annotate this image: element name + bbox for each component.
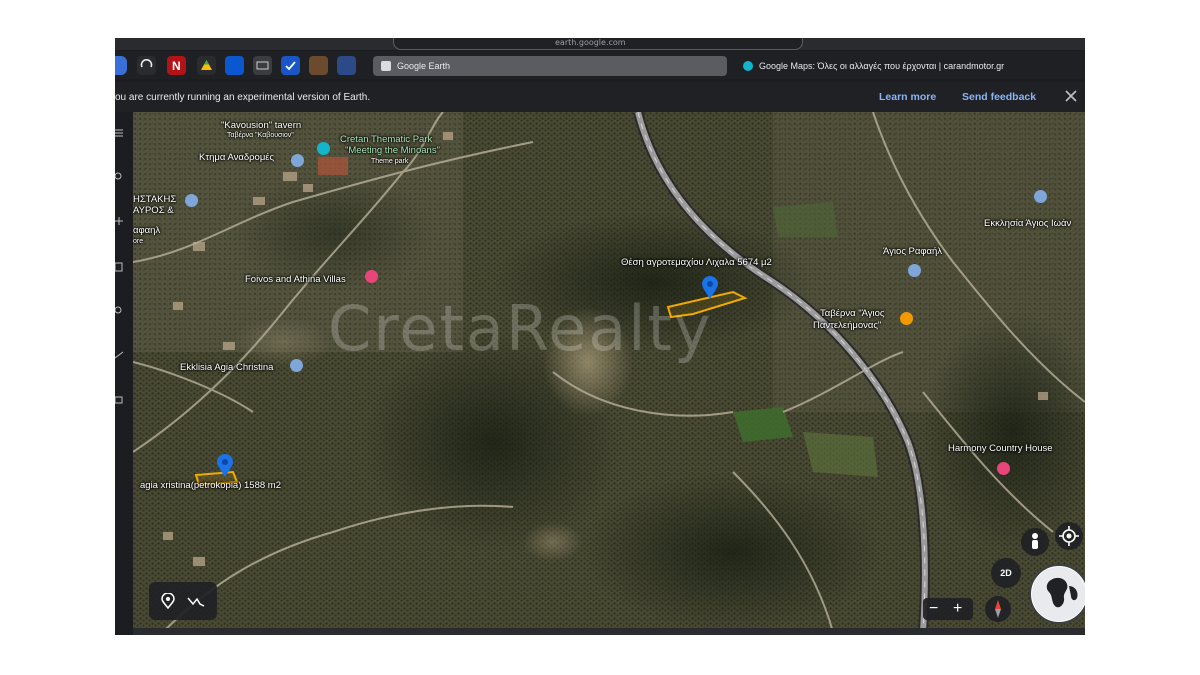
- pegman-button[interactable]: [1021, 528, 1049, 556]
- compass-button[interactable]: [985, 596, 1011, 622]
- banner-message: ou are currently running an experimental…: [115, 92, 371, 103]
- label-foivos-athina-villas[interactable]: Foivos and Athina Villas: [245, 274, 346, 285]
- left-rail: [115, 112, 133, 635]
- zoom-in-button[interactable]: +: [953, 598, 962, 620]
- tab-google-earth-label: Google Earth: [397, 61, 451, 71]
- zoom-out-button[interactable]: −: [929, 598, 938, 620]
- bookmark-check-icon[interactable]: [281, 56, 300, 75]
- projects-icon[interactable]: [115, 262, 125, 272]
- view-2d-button[interactable]: 2D: [991, 558, 1021, 588]
- my-location-button[interactable]: [1055, 522, 1083, 550]
- search-icon[interactable]: [115, 172, 125, 182]
- learn-more-link[interactable]: Learn more: [879, 91, 936, 103]
- close-icon[interactable]: [1063, 88, 1079, 104]
- label-ekklisia-agios-ioann[interactable]: Εκκλησία Άγιος Ιωάν: [984, 218, 1071, 229]
- svg-text:N: N: [172, 59, 181, 73]
- zoom-control: − +: [923, 598, 973, 620]
- share-icon[interactable]: [115, 394, 125, 404]
- path-measure-icon[interactable]: [187, 594, 205, 608]
- map-status-strip: [133, 628, 1085, 635]
- restaurant-icon[interactable]: [900, 312, 913, 325]
- bookmark-drive-icon[interactable]: [197, 56, 216, 75]
- label-kavousion-sub: Ταβέρνα "Καβουσιον": [227, 132, 294, 139]
- menu-icon[interactable]: [115, 128, 125, 138]
- label-cretan-thematic-park[interactable]: Cretan Thematic Park: [340, 134, 432, 145]
- church-icon[interactable]: [290, 359, 303, 372]
- bookmark-icon[interactable]: [115, 56, 127, 75]
- bookmark-news-icon[interactable]: [225, 56, 244, 75]
- tab-google-earth[interactable]: Google Earth: [373, 56, 727, 76]
- park-icon[interactable]: [317, 142, 330, 155]
- my-location-icon: [1059, 526, 1079, 546]
- label-partial-1: ΗΣΤΑΚΗΣ: [133, 194, 177, 205]
- satellite-map-view[interactable]: CretaRealty "Kavousion" tavern Ταβέρνα "…: [133, 112, 1085, 632]
- bookmark-netflix-icon[interactable]: N: [167, 56, 186, 75]
- map-tools-panel: [149, 582, 217, 620]
- satellite-terrain: [133, 112, 1085, 632]
- label-ktima-anadromes[interactable]: Κτημα Αναδρομές: [199, 152, 274, 163]
- bookmark-app-icon[interactable]: [337, 56, 356, 75]
- voyager-icon[interactable]: [115, 216, 125, 226]
- label-kavousion-tavern[interactable]: "Kavousion" tavern: [221, 120, 301, 131]
- tab-google-maps-article-label: Google Maps: Όλες οι αλλαγές που έρχοντα…: [759, 61, 1005, 71]
- church-icon[interactable]: [1034, 190, 1047, 203]
- carandmotor-favicon-icon: [743, 61, 753, 71]
- place-pin-icon[interactable]: [161, 593, 175, 609]
- globe-icon: [1032, 567, 1085, 621]
- label-ekklisia-agia-christina[interactable]: Ekklisia Agia Christina: [180, 362, 273, 373]
- label-theme-park: Theme park: [371, 158, 409, 165]
- tab-strip: N Google Earth Google Maps: Όλες οι αλλα…: [115, 51, 1085, 79]
- church-icon[interactable]: [291, 154, 304, 167]
- label-plot-agia-xristina[interactable]: agia xristina(petrokopia) 1588 m2: [140, 480, 281, 491]
- church-icon[interactable]: [908, 264, 921, 277]
- view-2d-label: 2D: [1000, 568, 1012, 578]
- browser-address-strip: earth.google.com: [115, 38, 1085, 50]
- blue-marker-icon[interactable]: [217, 454, 233, 478]
- earth-tab-favicon-icon: [381, 61, 391, 71]
- label-partial-2: ΑΥΡΟΣ &: [133, 205, 174, 216]
- label-meeting-the-minoans: "Meeting the Minoans": [345, 145, 440, 156]
- tab-google-maps-article[interactable]: Google Maps: Όλες οι αλλαγές που έρχοντα…: [735, 56, 1085, 76]
- label-agios-rafail[interactable]: Άγιος Ραφαήλ: [883, 246, 942, 257]
- map-style-icon[interactable]: [115, 306, 125, 316]
- hotel-icon[interactable]: [997, 462, 1010, 475]
- label-harmony-country-house[interactable]: Harmony Country House: [948, 443, 1053, 454]
- church-icon[interactable]: [185, 194, 198, 207]
- experimental-banner: ou are currently running an experimental…: [115, 82, 1085, 112]
- measure-icon[interactable]: [115, 350, 125, 360]
- bookmark-refresh-icon[interactable]: [137, 56, 156, 75]
- label-partial-4: ore: [133, 238, 144, 245]
- screenshot-frame: earth.google.com N Google Earth Google M…: [115, 38, 1085, 635]
- compass-icon: [995, 600, 1001, 618]
- label-partial-3: αφαηλ: [133, 225, 161, 236]
- bookmark-photo-icon[interactable]: [309, 56, 328, 75]
- watermark-text: CretaRealty: [328, 292, 713, 365]
- pegman-icon: [1032, 533, 1038, 549]
- send-feedback-link[interactable]: Send feedback: [962, 91, 1036, 103]
- bookmark-laptop-icon[interactable]: [253, 56, 272, 75]
- globe-button[interactable]: [1029, 564, 1085, 624]
- hotel-icon[interactable]: [365, 270, 378, 283]
- label-plot-lichala[interactable]: Θέση αγροτεμαχίου Λιχαλα 5674 μ2: [621, 257, 772, 268]
- blue-marker-icon[interactable]: [702, 276, 718, 300]
- label-taverna-agios[interactable]: Ταβέρνα "Άγιος: [820, 308, 885, 319]
- address-text: earth.google.com: [555, 38, 626, 47]
- label-taverna-panteleimonas: Παντελεήμονας": [813, 320, 882, 331]
